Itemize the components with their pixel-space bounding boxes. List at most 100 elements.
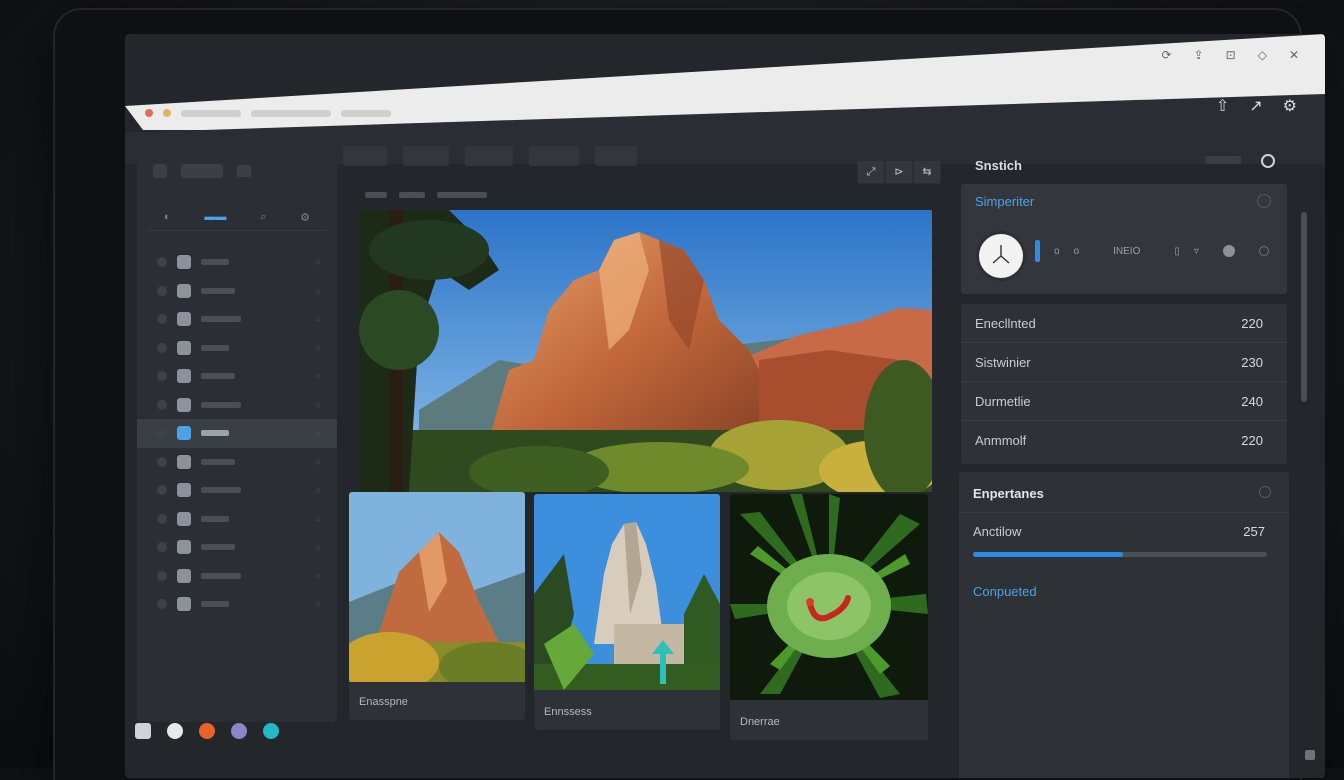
- app-icon[interactable]: [231, 723, 247, 739]
- scrollbar[interactable]: [1301, 212, 1307, 402]
- status-icon[interactable]: ○: [316, 485, 321, 495]
- browser-tab[interactable]: [341, 109, 391, 117]
- info-icon[interactable]: [1257, 194, 1271, 208]
- expand-icon[interactable]: [157, 342, 167, 353]
- folder-icon: [177, 255, 191, 270]
- menu-icon[interactable]: [153, 164, 167, 178]
- export-icon[interactable]: ↗: [1249, 96, 1262, 116]
- sidebar-item[interactable]: ○: [137, 334, 337, 363]
- swap-icon[interactable]: ⇆: [913, 160, 941, 184]
- expand-icon[interactable]: [157, 314, 167, 325]
- record-icon[interactable]: [1222, 245, 1235, 257]
- toolbar-button[interactable]: [403, 146, 449, 166]
- status-icon[interactable]: ○: [316, 571, 321, 581]
- expand-icon[interactable]: [157, 570, 167, 581]
- close-window-icon[interactable]: [145, 109, 153, 117]
- expand-icon[interactable]: ⤢: [857, 160, 885, 184]
- panel-toggle-icon[interactable]: [1261, 154, 1275, 168]
- control-b[interactable]: o: [1074, 246, 1080, 257]
- status-icon[interactable]: ○: [316, 599, 321, 609]
- tab-active[interactable]: ▬▬: [204, 211, 226, 223]
- sidebar-item[interactable]: ○: [137, 533, 337, 562]
- sidebar-item[interactable]: ○: [137, 248, 337, 277]
- settings-icon[interactable]: ⚙: [1283, 96, 1297, 116]
- control-a[interactable]: o: [1054, 246, 1060, 257]
- toolbar-button[interactable]: [343, 146, 387, 166]
- expand-icon[interactable]: [157, 456, 167, 467]
- sidebar-item-label: [201, 373, 235, 380]
- extension-icon[interactable]: ◇: [1258, 48, 1267, 62]
- toolbar-button[interactable]: [465, 146, 513, 166]
- status-icon[interactable]: ○: [316, 457, 321, 467]
- gallery-card[interactable]: Dnerrae: [730, 494, 928, 740]
- share-icon[interactable]: ⇪: [1194, 48, 1204, 62]
- status-icon[interactable]: ○: [316, 514, 321, 524]
- status-icon[interactable]: ○: [316, 428, 321, 438]
- sidebar-item[interactable]: ○: [137, 562, 337, 591]
- expand-icon[interactable]: [157, 285, 167, 296]
- app-icon[interactable]: [167, 723, 183, 739]
- expand-icon[interactable]: [157, 371, 167, 382]
- status-icon[interactable]: ○: [316, 257, 321, 267]
- tab-settings-icon[interactable]: ⚙: [300, 211, 310, 224]
- info-icon[interactable]: [1259, 486, 1271, 498]
- share-icon[interactable]: ⇧: [1216, 96, 1229, 116]
- status-icon[interactable]: ○: [316, 542, 321, 552]
- flag-icon[interactable]: ▯: [1174, 246, 1180, 257]
- gallery-card[interactable]: Enasspne: [349, 492, 525, 720]
- browser-icon[interactable]: [199, 723, 215, 739]
- clock-icon[interactable]: [979, 234, 1023, 278]
- expand-icon[interactable]: [157, 542, 167, 553]
- toolbar-button[interactable]: [529, 146, 579, 166]
- browser-tabs[interactable]: [145, 108, 445, 118]
- app-name: [181, 164, 223, 178]
- sidebar-item[interactable]: ○: [137, 391, 337, 420]
- sidebar-item[interactable]: ○: [137, 505, 337, 534]
- close-icon[interactable]: ✕: [1289, 48, 1299, 62]
- folder-icon: [177, 454, 191, 469]
- refresh-icon[interactable]: ⟳: [1162, 48, 1172, 62]
- sidebar-item-label: [201, 259, 229, 266]
- expand-icon[interactable]: [157, 513, 167, 524]
- play-icon[interactable]: ⊳: [885, 160, 913, 184]
- slider-handle[interactable]: [1035, 240, 1040, 262]
- browser-tab[interactable]: [181, 109, 241, 117]
- sidebar-item[interactable]: ○: [137, 277, 337, 306]
- main-preview-image[interactable]: [359, 210, 932, 492]
- expand-icon[interactable]: [157, 599, 167, 610]
- filter-icon[interactable]: ▿: [1194, 246, 1199, 257]
- app-icon[interactable]: [263, 723, 279, 739]
- expand-icon[interactable]: [157, 485, 167, 496]
- status-icon[interactable]: ○: [316, 286, 321, 296]
- radio-icon[interactable]: [1258, 246, 1269, 256]
- expand-icon[interactable]: [157, 399, 167, 410]
- status-icon[interactable]: ○: [316, 400, 321, 410]
- status-icon[interactable]: ○: [316, 314, 321, 324]
- sidebar-item[interactable]: ○: [137, 590, 337, 619]
- sidebar-item[interactable]: ○: [137, 448, 337, 477]
- tab-search-icon[interactable]: ⌕: [260, 211, 266, 224]
- finder-icon[interactable]: [135, 723, 151, 739]
- panel-title: Snstich: [975, 158, 1022, 173]
- status-icon[interactable]: ○: [316, 343, 321, 353]
- status-icon[interactable]: ○: [316, 371, 321, 381]
- folder-icon: [177, 597, 191, 612]
- grid-icon[interactable]: [237, 165, 251, 177]
- sidebar-item-label: [201, 316, 241, 323]
- sidebar-item[interactable]: ○: [137, 305, 337, 334]
- tab-home-icon[interactable]: ◐: [164, 211, 171, 223]
- expand-icon[interactable]: [157, 257, 167, 268]
- gallery-card[interactable]: Ennssess: [534, 494, 720, 730]
- browser-tab[interactable]: [251, 109, 331, 117]
- sidebar-item[interactable]: ○: [137, 362, 337, 391]
- stat-label: Enecllnted: [975, 315, 1036, 331]
- toolbar-button[interactable]: [595, 146, 637, 166]
- progress-value: 257: [1243, 524, 1265, 539]
- sidebar-item-label: [201, 287, 235, 294]
- sidebar-item[interactable]: ○: [137, 419, 337, 448]
- expand-icon[interactable]: [157, 428, 167, 439]
- shield-icon[interactable]: ⊡: [1226, 48, 1236, 62]
- corner-handle[interactable]: [1305, 750, 1315, 760]
- minimize-window-icon[interactable]: [163, 109, 171, 117]
- sidebar-item[interactable]: ○: [137, 476, 337, 505]
